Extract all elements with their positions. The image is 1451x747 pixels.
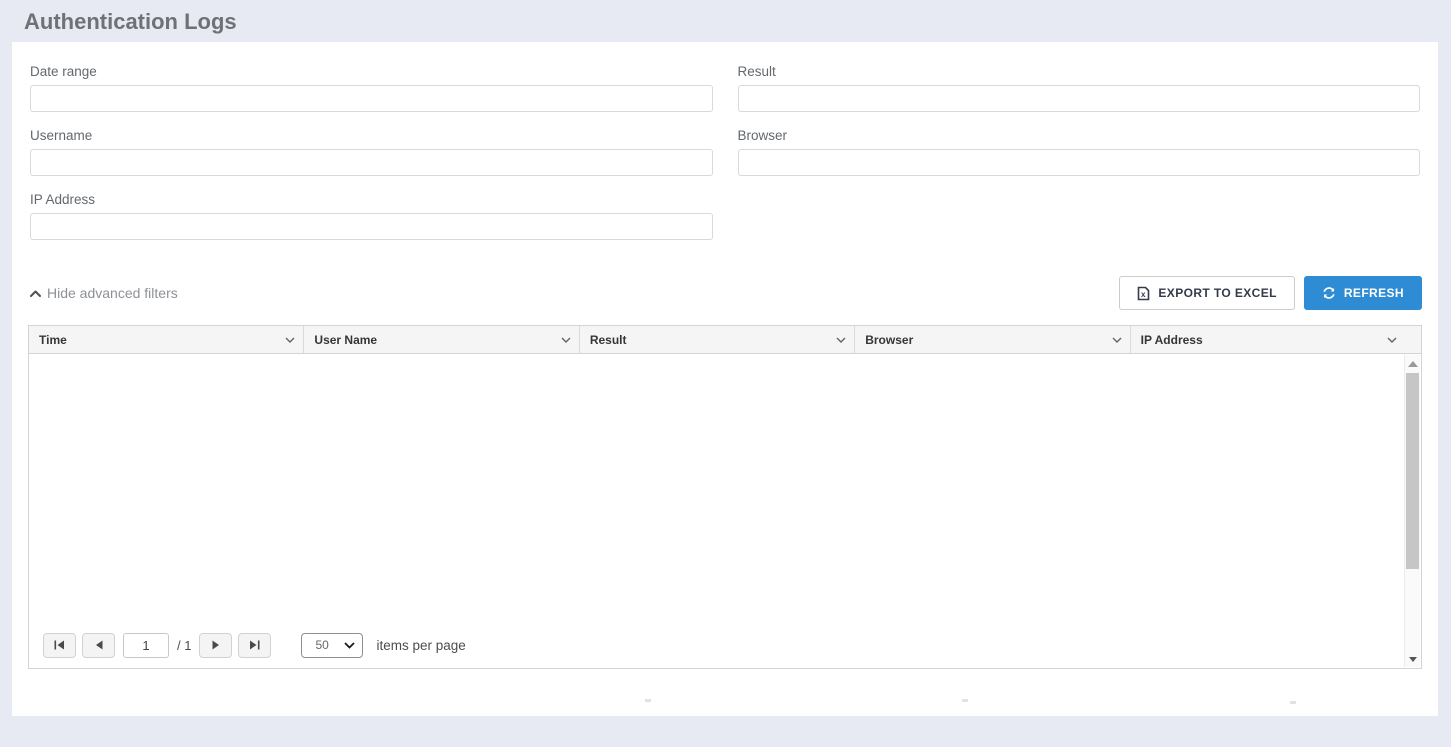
items-per-page-label: items per page <box>376 638 465 653</box>
date-range-label: Date range <box>30 64 713 79</box>
page-title: Authentication Logs <box>0 0 1451 42</box>
hide-advanced-filters-toggle[interactable]: Hide advanced filters <box>30 285 178 301</box>
last-page-icon <box>249 640 260 650</box>
vertical-scrollbar[interactable] <box>1404 355 1420 667</box>
grid-pager: / 1 50 items per page <box>29 628 1421 668</box>
ip-address-input[interactable] <box>30 213 713 240</box>
result-input[interactable] <box>738 85 1421 112</box>
chevron-down-icon[interactable] <box>1387 337 1397 343</box>
next-page-icon <box>212 640 220 650</box>
export-to-excel-label: EXPORT TO EXCEL <box>1158 286 1276 300</box>
column-header-time-label: Time <box>39 333 67 347</box>
filters-left-column: Date range Username IP Address <box>30 64 713 256</box>
previous-page-icon <box>95 640 103 650</box>
advanced-filters-panel: Date range Username IP Address Result Br… <box>12 42 1438 256</box>
chevron-down-icon[interactable] <box>285 337 295 343</box>
grid-wrapper: Time User Name Result <box>12 310 1438 669</box>
column-header-result[interactable]: Result <box>580 326 855 353</box>
filter-date-range: Date range <box>30 64 713 112</box>
toolbar-row: Hide advanced filters x EXPORT TO EXCEL <box>12 276 1438 310</box>
toolbar-buttons: x EXPORT TO EXCEL REFRESH <box>1119 276 1422 310</box>
scroll-up-arrow-icon[interactable] <box>1408 361 1418 367</box>
export-to-excel-button[interactable]: x EXPORT TO EXCEL <box>1119 276 1294 310</box>
total-pages-label: / 1 <box>177 638 191 653</box>
column-header-browser-label: Browser <box>865 333 913 347</box>
svg-text:x: x <box>1141 290 1146 299</box>
faint-dash <box>1290 701 1296 704</box>
result-label: Result <box>738 64 1421 79</box>
items-per-page-select[interactable]: 50 <box>301 633 363 658</box>
refresh-button[interactable]: REFRESH <box>1304 276 1422 310</box>
date-range-input[interactable] <box>30 85 713 112</box>
refresh-label: REFRESH <box>1344 286 1404 300</box>
column-header-user-name[interactable]: User Name <box>304 326 579 353</box>
scrollbar-thumb[interactable] <box>1406 373 1419 569</box>
previous-page-button[interactable] <box>82 633 115 658</box>
chevron-down-icon[interactable] <box>561 337 571 343</box>
ip-address-label: IP Address <box>30 192 713 207</box>
chevron-down-icon[interactable] <box>1112 337 1122 343</box>
faint-dash <box>645 699 651 702</box>
column-header-user-name-label: User Name <box>314 333 377 347</box>
chevron-down-icon <box>344 642 355 649</box>
chevron-up-icon <box>30 290 41 297</box>
grid-body-empty <box>29 354 1421 628</box>
excel-file-icon: x <box>1137 286 1150 301</box>
column-header-time[interactable]: Time <box>29 326 304 353</box>
refresh-icon <box>1322 286 1336 300</box>
filter-ip-address: IP Address <box>30 192 713 240</box>
browser-input[interactable] <box>738 149 1421 176</box>
hide-advanced-filters-label: Hide advanced filters <box>47 285 178 301</box>
scroll-down-arrow-icon[interactable] <box>1409 657 1417 662</box>
chevron-down-icon[interactable] <box>836 337 846 343</box>
faint-dash <box>962 699 968 702</box>
last-page-button[interactable] <box>238 633 271 658</box>
auth-logs-grid: Time User Name Result <box>28 325 1422 669</box>
filter-browser: Browser <box>738 128 1421 176</box>
username-input[interactable] <box>30 149 713 176</box>
column-header-result-label: Result <box>590 333 627 347</box>
items-per-page-value: 50 <box>315 638 328 652</box>
filter-username: Username <box>30 128 713 176</box>
browser-label: Browser <box>738 128 1421 143</box>
first-page-icon <box>54 640 65 650</box>
column-header-browser[interactable]: Browser <box>855 326 1130 353</box>
content-card: Date range Username IP Address Result Br… <box>12 42 1438 716</box>
filters-right-column: Result Browser <box>738 64 1421 256</box>
grid-header: Time User Name Result <box>29 326 1421 354</box>
current-page-input[interactable] <box>123 633 169 658</box>
next-page-button[interactable] <box>199 633 232 658</box>
first-page-button[interactable] <box>43 633 76 658</box>
username-label: Username <box>30 128 713 143</box>
filter-result: Result <box>738 64 1421 112</box>
column-header-ip-address-label: IP Address <box>1141 333 1203 347</box>
column-header-ip-address[interactable]: IP Address <box>1131 326 1405 353</box>
